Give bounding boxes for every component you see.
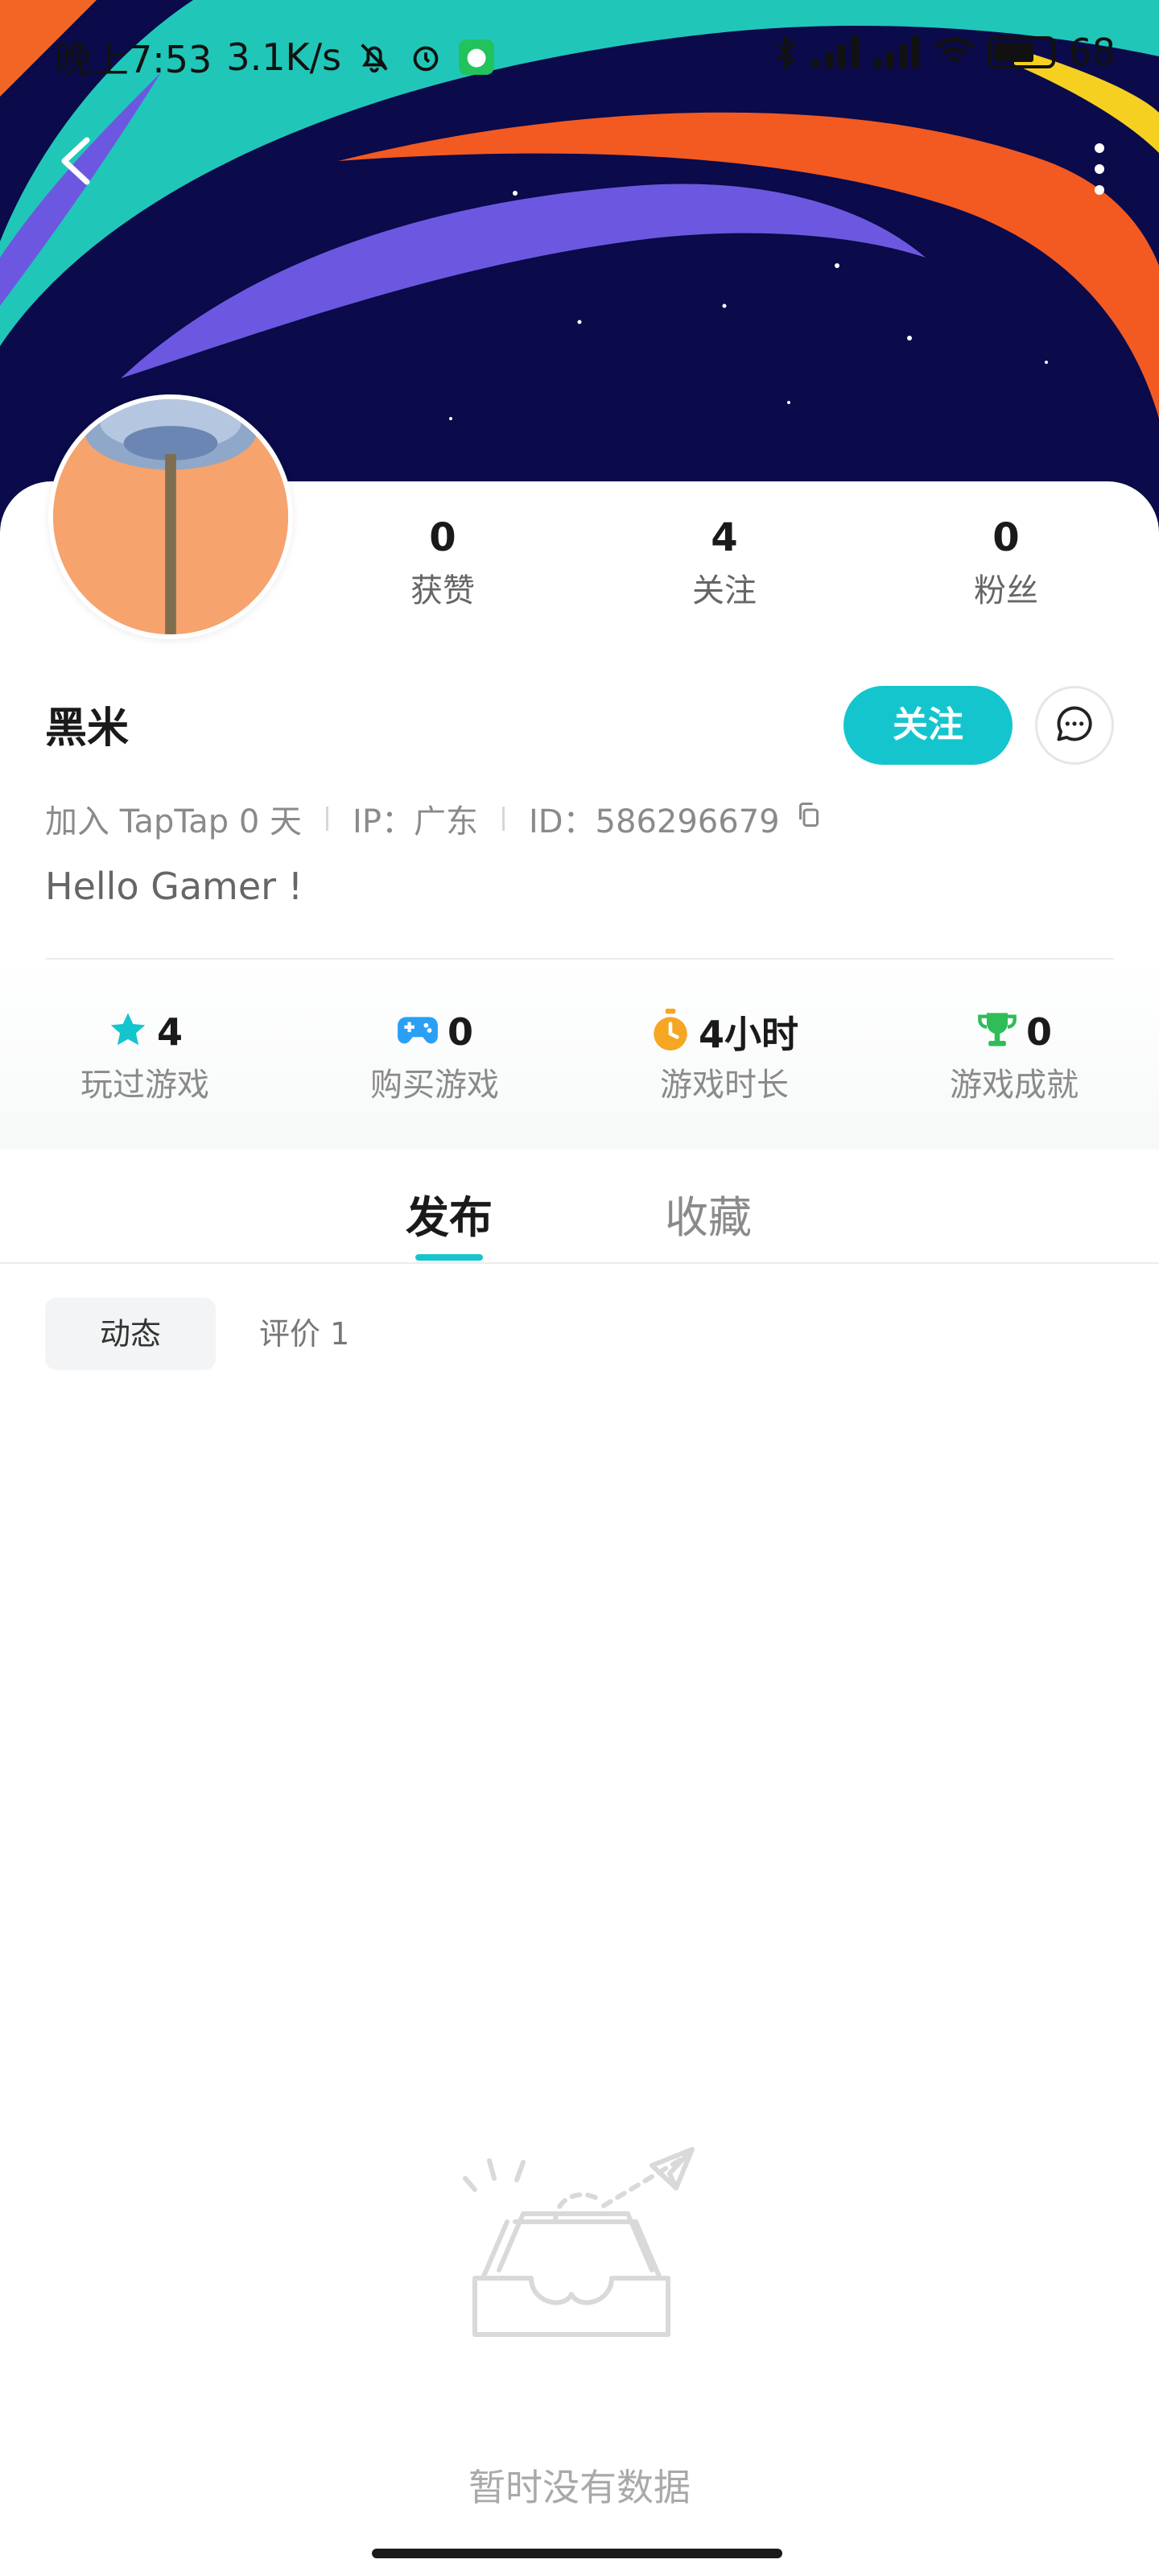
subtab-moments[interactable]: 动态: [45, 1298, 217, 1370]
play-time-label: 游戏时长: [660, 1067, 789, 1104]
achievements-value: 0: [1025, 1010, 1052, 1054]
play-time[interactable]: 4小时 游戏时长: [580, 1006, 869, 1106]
achievements-label: 游戏成就: [950, 1067, 1079, 1104]
empty-inbox-icon: [459, 2141, 708, 2367]
achievements[interactable]: 0 游戏成就: [869, 1006, 1159, 1106]
games-purchased[interactable]: 0 购买游戏: [290, 1006, 580, 1106]
mute-bell-icon: [356, 39, 393, 76]
bluetooth-icon: [772, 34, 799, 71]
wechat-icon: ●: [459, 39, 495, 75]
stat-following-value: 4: [711, 515, 738, 560]
user-bio: Hello Gamer !: [45, 865, 303, 908]
join-duration: 加入 TapTap 0 天: [45, 803, 303, 840]
meta-divider: [501, 807, 505, 831]
profile-meta: 加入 TapTap 0 天 IP：广东 ID：586296679: [45, 795, 823, 842]
tab-posts[interactable]: 发布: [406, 1182, 493, 1245]
status-bar-left: 晚上7:53 3.1K/s ●: [55, 31, 495, 84]
network-speed: 3.1K/s: [226, 35, 342, 79]
games-played-value: 4: [156, 1010, 183, 1054]
tab-favorites[interactable]: 收藏: [665, 1182, 752, 1245]
wifi-icon: [934, 36, 975, 68]
battery-icon: [988, 36, 1056, 68]
stat-following-label: 关注: [692, 572, 757, 609]
active-tab-indicator: [415, 1254, 483, 1261]
avatar[interactable]: [48, 394, 293, 639]
games-purchased-value: 0: [447, 1010, 473, 1054]
message-button[interactable]: [1035, 686, 1114, 765]
content-tabs: 发布 收藏: [0, 1151, 1159, 1264]
ip-location: IP：广东: [353, 803, 478, 840]
stat-followers[interactable]: 0 粉丝: [901, 512, 1111, 615]
signal-icon-2: [873, 36, 922, 68]
stat-likes-label: 获赞: [410, 572, 475, 609]
user-id: ID：586296679: [528, 803, 780, 840]
subtab-reviews[interactable]: 评价 1: [243, 1298, 365, 1370]
more-vertical-icon[interactable]: [1083, 137, 1116, 201]
play-time-value: 4小时: [698, 1013, 798, 1056]
follow-button[interactable]: 关注: [843, 686, 1013, 765]
alarm-icon: [407, 39, 444, 76]
copy-icon[interactable]: [794, 800, 823, 837]
chevron-left-icon[interactable]: [48, 129, 105, 193]
stat-following[interactable]: 4 关注: [620, 512, 829, 615]
meta-divider: [326, 807, 329, 831]
sub-tabs: 动态 评价 1: [45, 1298, 365, 1370]
battery-level: 68: [1068, 31, 1116, 74]
signal-icon: [812, 36, 860, 68]
profile-stats: 0 获赞 4 关注 0 粉丝: [338, 512, 1111, 615]
gamepad-icon: [396, 1012, 439, 1052]
chat-bubble-icon: [1054, 703, 1095, 748]
stat-likes-value: 0: [429, 515, 456, 560]
star-icon: [107, 1009, 149, 1055]
games-purchased-label: 购买游戏: [370, 1067, 499, 1104]
empty-state-text: 暂时没有数据: [468, 2466, 691, 2509]
trophy-icon: [976, 1009, 1018, 1055]
games-played[interactable]: 4 玩过游戏: [0, 1006, 290, 1106]
home-indicator[interactable]: [372, 2549, 782, 2558]
stat-followers-label: 粉丝: [974, 572, 1038, 609]
status-bar: 晚上7:53 3.1K/s ● 68: [0, 0, 1159, 105]
game-stats: 4 玩过游戏 0 购买游戏 4小时 游戏时长 0 游戏成就: [0, 1006, 1159, 1106]
username: 黑米: [45, 704, 130, 753]
stopwatch-icon: [650, 1009, 691, 1055]
stat-likes[interactable]: 0 获赞: [338, 512, 547, 615]
status-time: 晚上7:53: [55, 38, 212, 81]
games-played-label: 玩过游戏: [80, 1067, 209, 1104]
status-bar-right: 68: [772, 31, 1116, 74]
stat-followers-value: 0: [992, 515, 1020, 560]
